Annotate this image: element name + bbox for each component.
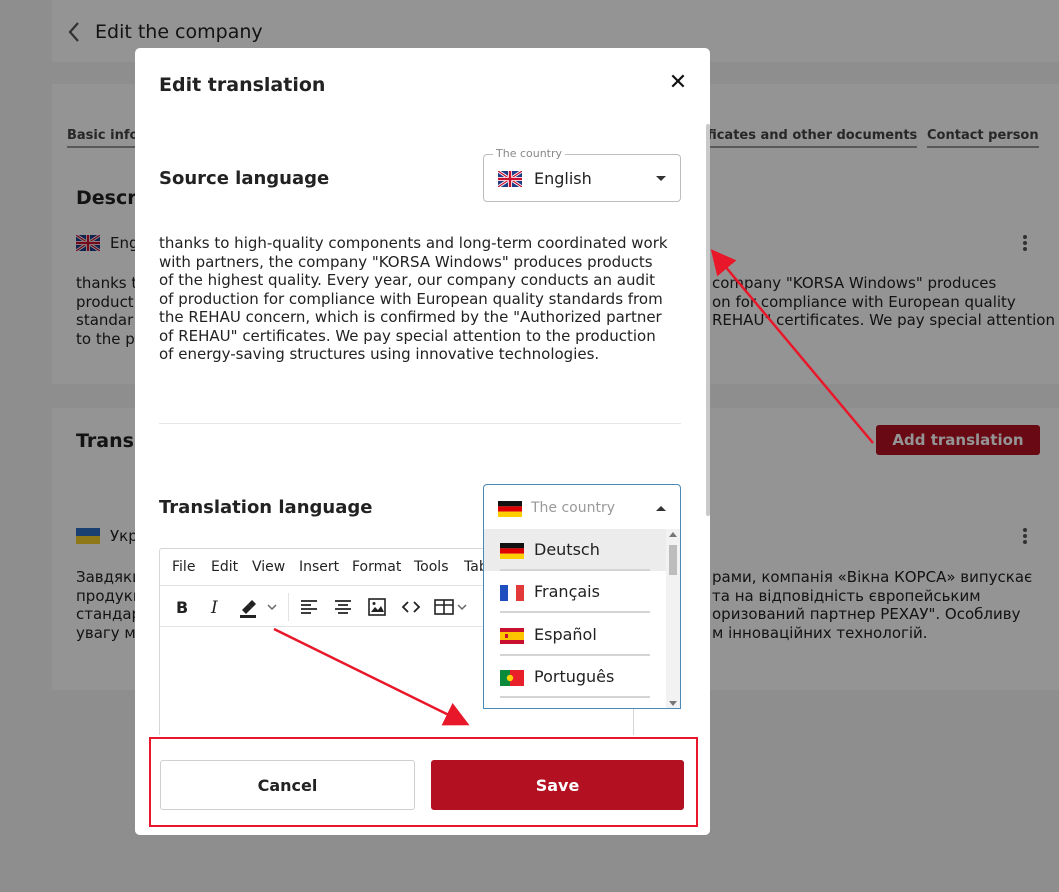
menu-edit[interactable]: Edit: [211, 559, 238, 575]
option-deutsch[interactable]: Deutsch: [484, 529, 666, 571]
spain-flag-icon: [500, 628, 524, 644]
select-value: English: [534, 169, 592, 188]
translation-language-label: Translation language: [159, 497, 373, 518]
language-dropdown-list: Deutsch Français Español Português: [483, 529, 681, 709]
select-legend: The country: [493, 147, 566, 160]
annotation-highlight-box: [149, 737, 698, 827]
svg-text:B: B: [176, 598, 188, 617]
dropdown-scrollbar[interactable]: [666, 529, 680, 708]
toolbar-separator: [288, 593, 289, 621]
scroll-thumb[interactable]: [669, 545, 677, 575]
divider: [159, 423, 681, 424]
caret-up-icon: [656, 506, 666, 511]
option-portugues[interactable]: Português: [484, 656, 666, 698]
modal-scrollbar[interactable]: [706, 124, 710, 516]
image-icon[interactable]: [364, 595, 390, 619]
france-flag-icon: [500, 585, 524, 601]
option-label: Français: [534, 582, 600, 601]
align-left-icon[interactable]: [296, 595, 322, 619]
edit-translation-modal: Edit translation ✕ Source language The c…: [135, 48, 710, 835]
option-label: Español: [534, 625, 597, 644]
menu-tools[interactable]: Tools: [414, 559, 449, 575]
caret-down-icon: [656, 176, 666, 181]
select-placeholder: The country: [531, 500, 616, 516]
option-espanol[interactable]: Español: [484, 614, 666, 656]
scroll-down-icon[interactable]: [669, 701, 677, 706]
portugal-flag-icon: [500, 670, 524, 686]
italic-icon[interactable]: I: [202, 595, 228, 619]
bold-icon[interactable]: B: [168, 595, 194, 619]
close-icon[interactable]: ✕: [667, 72, 689, 94]
table-icon[interactable]: [432, 595, 472, 619]
option-label: Deutsch: [534, 540, 600, 559]
source-text: thanks to high-quality components and lo…: [159, 234, 668, 363]
align-center-icon[interactable]: [330, 595, 356, 619]
code-icon[interactable]: [398, 595, 424, 619]
uk-flag-icon: [498, 171, 522, 187]
germany-flag-icon: [500, 543, 524, 559]
menu-insert[interactable]: Insert: [299, 559, 339, 575]
divider: [500, 611, 650, 613]
option-francais[interactable]: Français: [484, 571, 666, 613]
modal-title: Edit translation: [159, 74, 326, 96]
highlight-color-icon[interactable]: [236, 595, 280, 619]
menu-format[interactable]: Format: [352, 559, 401, 575]
option-label: Português: [534, 667, 615, 686]
menu-file[interactable]: File: [172, 559, 195, 575]
svg-text:I: I: [210, 598, 218, 618]
translation-language-select[interactable]: The country: [483, 484, 681, 532]
source-language-select[interactable]: The country English: [483, 147, 681, 202]
divider: [500, 696, 650, 698]
scroll-up-icon[interactable]: [669, 532, 677, 537]
source-language-label: Source language: [159, 168, 330, 189]
menu-view[interactable]: View: [252, 559, 285, 575]
germany-flag-icon: [498, 501, 522, 517]
